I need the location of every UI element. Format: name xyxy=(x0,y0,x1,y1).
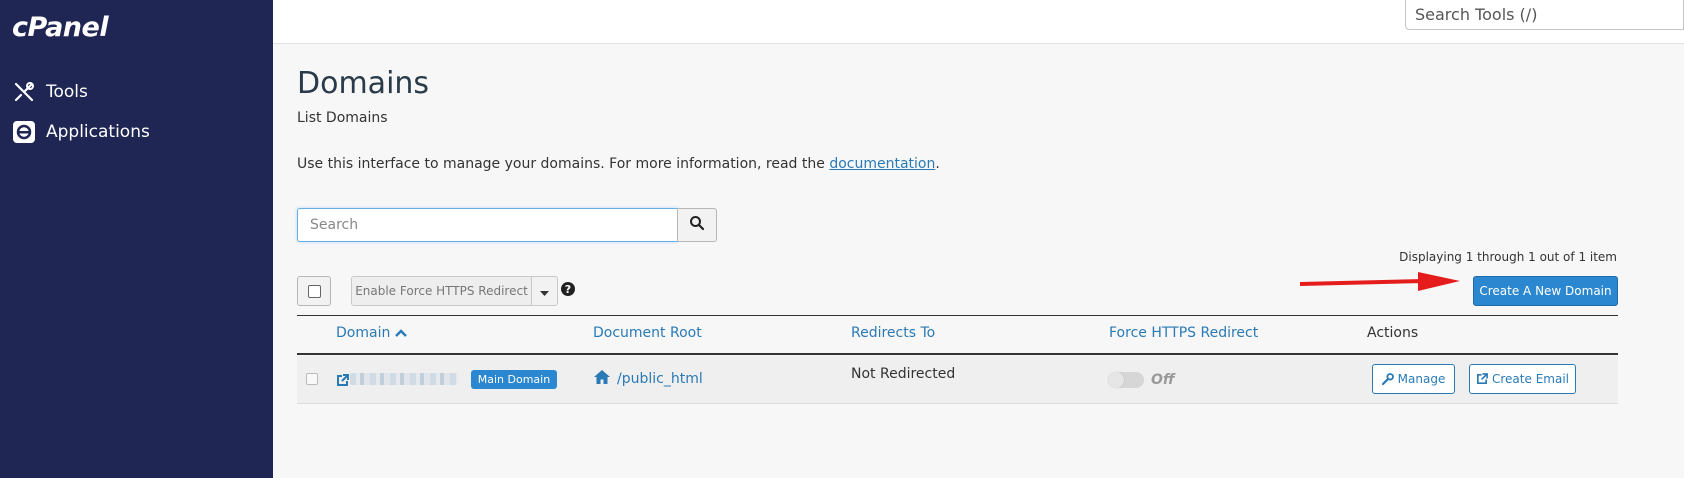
applications-icon xyxy=(12,120,36,144)
tools-icon xyxy=(12,80,36,104)
force-https-toggle[interactable] xyxy=(1108,372,1144,388)
page-subtitle: List Domains xyxy=(297,110,388,126)
force-https-status: Off xyxy=(1151,372,1175,388)
intro-body: Use this interface to manage your domain… xyxy=(297,156,830,172)
cpanel-logo[interactable]: cPanel xyxy=(12,12,109,43)
https-dropdown-toggle[interactable] xyxy=(531,276,558,306)
search-tools-input[interactable] xyxy=(1405,0,1684,30)
caret-down-icon xyxy=(540,282,549,301)
domain-name-redacted[interactable] xyxy=(350,373,458,385)
column-header-redirects-to[interactable]: Redirects To xyxy=(851,325,935,341)
sidebar-item-label: Tools xyxy=(46,82,88,102)
column-header-actions: Actions xyxy=(1367,325,1419,341)
domain-search-input[interactable] xyxy=(297,208,678,242)
wrench-icon xyxy=(1381,373,1398,385)
search-button[interactable] xyxy=(677,208,717,242)
table-top-border xyxy=(297,315,1618,316)
intro-text: Use this interface to manage your domain… xyxy=(297,156,940,172)
column-header-domain[interactable]: Domain xyxy=(336,325,408,341)
help-icon[interactable]: ? xyxy=(561,282,575,296)
document-root-link[interactable]: /public_html xyxy=(593,369,703,389)
main-domain-badge: Main Domain xyxy=(471,370,557,389)
sort-ascending-icon xyxy=(395,329,408,337)
documentation-link[interactable]: documentation xyxy=(829,156,935,172)
checkbox-box xyxy=(307,284,321,298)
select-all-checkbox[interactable] xyxy=(297,276,331,306)
sidebar-item-label: Applications xyxy=(46,122,150,142)
search-icon xyxy=(689,215,705,235)
create-email-button[interactable]: Create Email xyxy=(1469,364,1576,394)
manage-button[interactable]: Manage xyxy=(1372,364,1455,394)
redirects-to-value: Not Redirected xyxy=(851,366,956,382)
column-header-document-root[interactable]: Document Root xyxy=(593,325,702,341)
external-link-icon xyxy=(1476,373,1492,385)
home-icon xyxy=(593,369,611,389)
row-checkbox[interactable] xyxy=(306,373,318,385)
page-title: Domains xyxy=(297,66,430,101)
sidebar: cPanel Tools Applications xyxy=(0,0,273,478)
pagination-status: Displaying 1 through 1 out of 1 item xyxy=(1399,250,1617,264)
sidebar-item-applications[interactable]: Applications xyxy=(12,120,150,144)
toggle-knob xyxy=(1108,372,1124,388)
column-label: Domain xyxy=(336,325,391,341)
table-header-border xyxy=(297,353,1618,355)
manage-label: Manage xyxy=(1397,372,1446,386)
enable-force-https-button[interactable]: Enable Force HTTPS Redirect xyxy=(351,276,532,306)
column-header-force-https[interactable]: Force HTTPS Redirect xyxy=(1109,325,1258,341)
create-new-domain-button[interactable]: Create A New Domain xyxy=(1473,276,1618,306)
document-root-path: /public_html xyxy=(617,371,703,387)
create-email-label: Create Email xyxy=(1492,372,1569,386)
sidebar-item-tools[interactable]: Tools xyxy=(12,80,88,104)
intro-end: . xyxy=(935,156,940,172)
top-bar xyxy=(273,0,1684,44)
annotation-arrow xyxy=(1300,272,1460,291)
external-link-icon[interactable] xyxy=(336,372,349,391)
